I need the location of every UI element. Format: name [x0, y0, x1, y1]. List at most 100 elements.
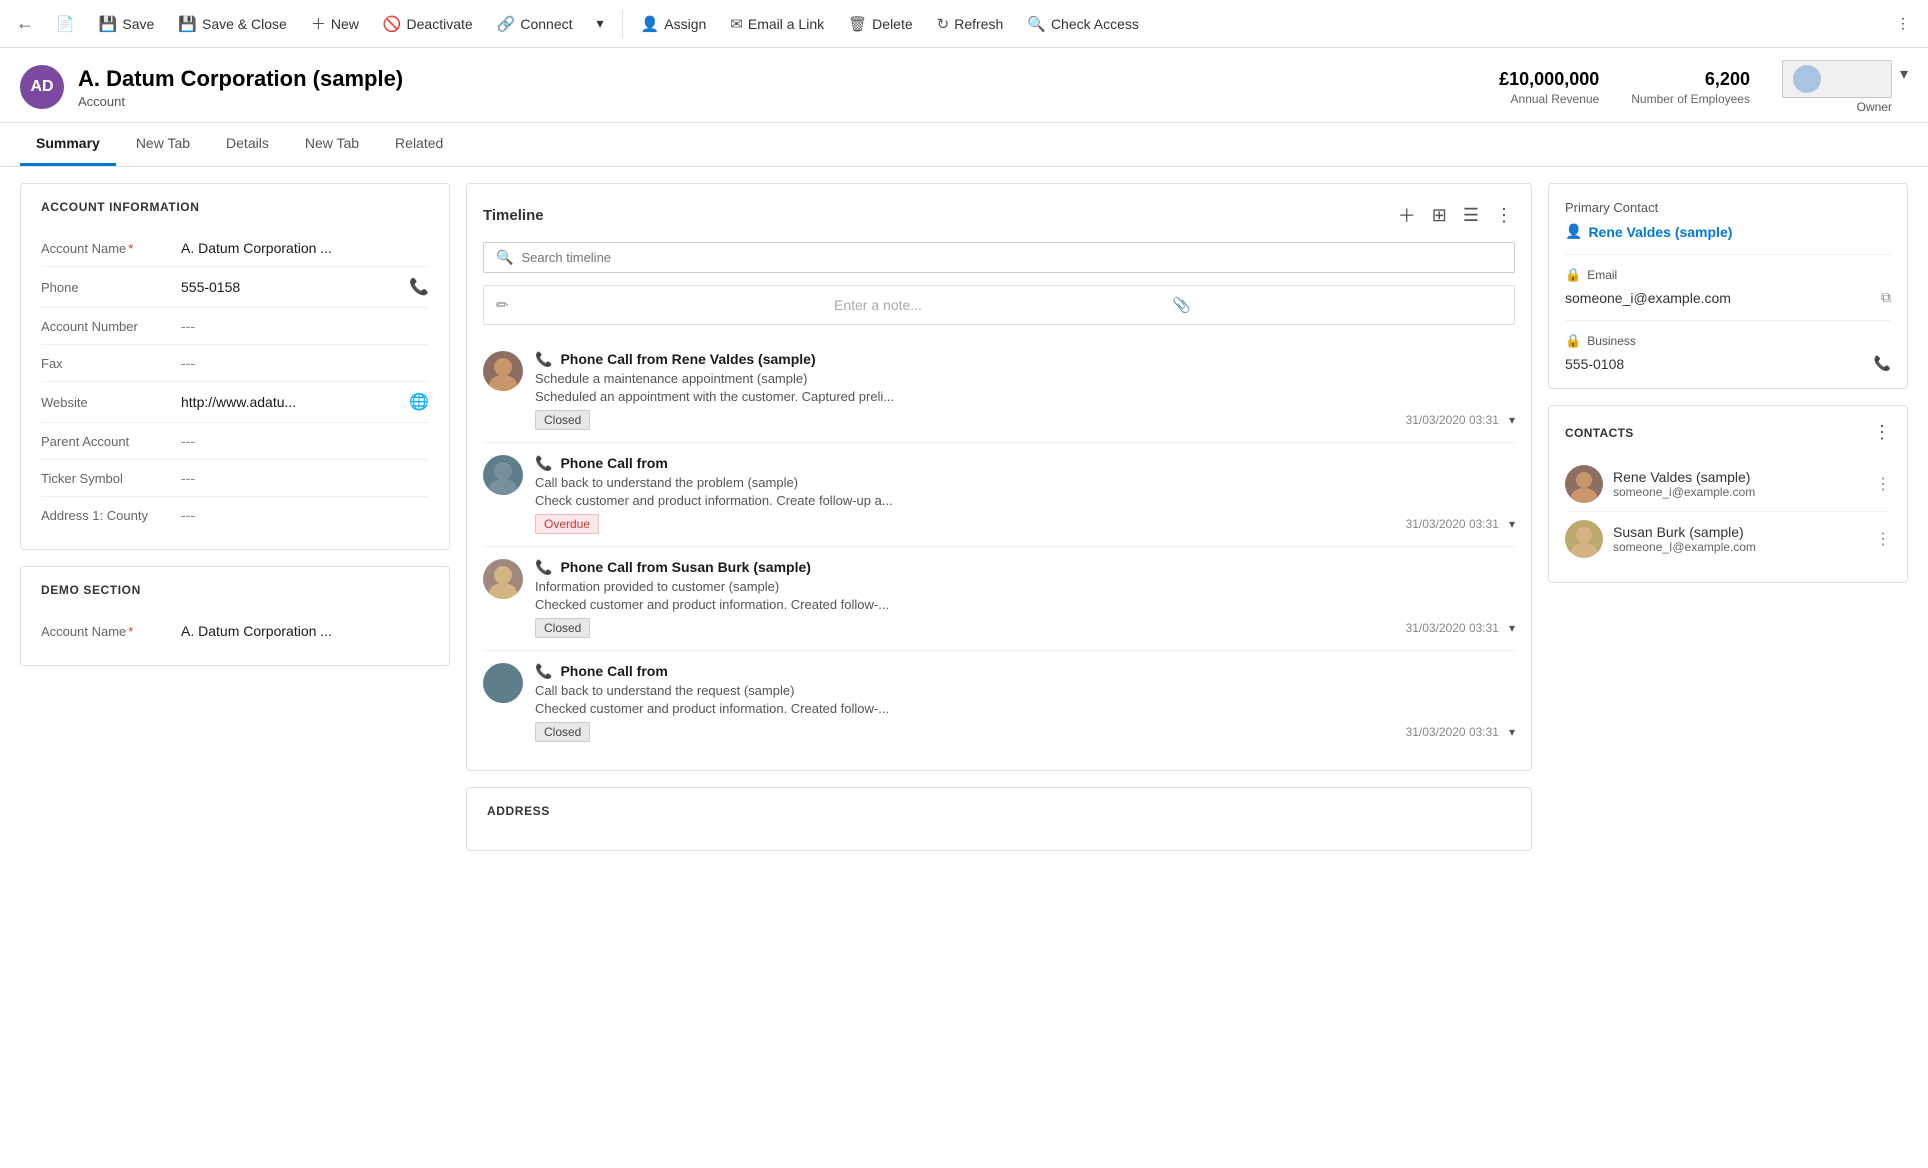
copy-email-icon[interactable]: ⧉	[1881, 289, 1891, 306]
owner-label: Owner	[1782, 100, 1892, 114]
timeline-item-body1-3: Information provided to customer (sample…	[535, 579, 1515, 594]
email-link-button[interactable]: ✉ Email a Link	[720, 9, 834, 39]
contact-name-1[interactable]: Rene Valdes (sample)	[1613, 469, 1865, 485]
save-close-button[interactable]: 💾 Save & Close	[168, 9, 297, 39]
timeline-expand-1[interactable]: ▾	[1509, 413, 1515, 427]
timeline-item-title-4: Phone Call from	[560, 663, 667, 679]
globe-icon: 🌐	[409, 392, 429, 412]
parent-account-label: Parent Account	[41, 434, 181, 449]
fax-value[interactable]: ---	[181, 355, 429, 371]
phone-value[interactable]: 555-0158 📞	[181, 277, 429, 297]
more-icon: ⋮	[1896, 15, 1910, 32]
contact-name-2[interactable]: Susan Burk (sample)	[1613, 524, 1865, 540]
timeline-filter-button[interactable]: ⊞	[1430, 203, 1449, 228]
tab-newtab1[interactable]: New Tab	[120, 123, 206, 166]
timeline-item-body1-2: Call back to understand the problem (sam…	[535, 475, 1515, 490]
connect-button[interactable]: 🔗 Connect	[487, 9, 583, 39]
timeline-expand-3[interactable]: ▾	[1509, 621, 1515, 635]
document-icon-btn[interactable]: 📄	[46, 9, 85, 39]
ticker-symbol-value[interactable]: ---	[181, 470, 429, 486]
owner-chevron-button[interactable]: ▾	[1900, 64, 1908, 84]
new-button[interactable]: ＋ New	[301, 7, 369, 40]
page-title: A. Datum Corporation (sample)	[78, 66, 403, 92]
account-name-value[interactable]: A. Datum Corporation ...	[181, 240, 429, 256]
deactivate-button[interactable]: 🚫 Deactivate	[373, 9, 483, 39]
refresh-button[interactable]: ↻ Refresh	[927, 9, 1014, 39]
contacts-more-button[interactable]: ⋮	[1873, 422, 1891, 443]
employees-value: 6,200	[1631, 69, 1750, 90]
contact-avatar-2	[1565, 520, 1603, 558]
field-website: Website http://www.adatu... 🌐	[41, 382, 429, 423]
timeline-avatar-4	[483, 663, 523, 703]
toolbar-separator	[622, 10, 623, 38]
more-button[interactable]: ⋮	[1886, 9, 1920, 38]
timeline-actions: ＋ ⊞ ☰ ⋮	[1396, 200, 1515, 230]
primary-email-value: someone_i@example.com ⧉	[1565, 289, 1891, 306]
pen-icon: ✏	[496, 296, 826, 314]
timeline-date-4: 31/03/2020 03:31	[1406, 725, 1499, 739]
contact-more-button-1[interactable]: ⋮	[1875, 474, 1891, 494]
header-meta: £10,000,000 Annual Revenue 6,200 Number …	[1499, 60, 1908, 114]
toolbar: ← 📄 💾 Save 💾 Save & Close ＋ New 🚫 Deacti…	[0, 0, 1928, 48]
contact-more-button-2[interactable]: ⋮	[1875, 529, 1891, 549]
primary-business-field: 🔒 Business 555-0108 📞	[1565, 320, 1891, 372]
timeline-expand-4[interactable]: ▾	[1509, 725, 1515, 739]
document-icon: 📄	[56, 15, 75, 33]
status-badge-4: Closed	[535, 722, 590, 742]
account-number-label: Account Number	[41, 319, 181, 334]
owner-box[interactable]	[1782, 60, 1892, 98]
timeline-expand-2[interactable]: ▾	[1509, 517, 1515, 531]
contact-email-1: someone_i@example.com	[1613, 485, 1865, 499]
save-button[interactable]: 💾 Save	[89, 9, 165, 39]
connect-chevron-button[interactable]: ▾	[587, 9, 614, 38]
check-access-button[interactable]: 🔍 Check Access	[1017, 9, 1149, 39]
website-label: Website	[41, 395, 181, 410]
timeline-item-content-2: 📞 Phone Call from Call back to understan…	[535, 455, 1515, 534]
save-close-icon: 💾	[178, 15, 197, 33]
timeline-date-3: 31/03/2020 03:31	[1406, 621, 1499, 635]
refresh-icon: ↻	[937, 15, 950, 33]
account-info-title: ACCOUNT INFORMATION	[41, 200, 429, 214]
owner-section: Owner ▾	[1782, 60, 1908, 114]
contact-avatar-1	[1565, 465, 1603, 503]
timeline-search-input[interactable]	[521, 250, 1502, 265]
tab-summary[interactable]: Summary	[20, 123, 116, 166]
address-county-label: Address 1: County	[41, 508, 181, 523]
deactivate-icon: 🚫	[383, 15, 402, 33]
ticker-symbol-label: Ticker Symbol	[41, 471, 181, 486]
assign-button[interactable]: 👤 Assign	[631, 9, 717, 39]
timeline-item-body1-1: Schedule a maintenance appointment (samp…	[535, 371, 1515, 386]
back-button[interactable]: ←	[8, 7, 42, 40]
account-number-value[interactable]: ---	[181, 318, 429, 334]
timeline-search-box: 🔍	[483, 242, 1515, 273]
tab-newtab2[interactable]: New Tab	[289, 123, 375, 166]
tab-related[interactable]: Related	[379, 123, 459, 166]
note-placeholder[interactable]: Enter a note...	[834, 297, 1164, 313]
primary-contact-name[interactable]: 👤 Rene Valdes (sample)	[1565, 223, 1891, 240]
demo-account-name-value[interactable]: A. Datum Corporation ...	[181, 623, 429, 639]
timeline-sort-button[interactable]: ☰	[1461, 203, 1481, 228]
phone-call-icon: 📞	[535, 351, 552, 368]
right-panel: Primary Contact 👤 Rene Valdes (sample) 🔒…	[1548, 183, 1908, 1152]
lock-icon-business: 🔒	[1565, 333, 1581, 349]
save-icon: 💾	[99, 15, 118, 33]
email-icon: ✉	[730, 15, 743, 33]
delete-button[interactable]: 🗑 Delete	[838, 9, 923, 39]
phone-call-icon-business[interactable]: 📞	[1874, 355, 1891, 372]
lock-icon-email: 🔒	[1565, 267, 1581, 283]
contacts-header: CONTACTS ⋮	[1565, 422, 1891, 443]
tab-details[interactable]: Details	[210, 123, 285, 166]
timeline-more-button[interactable]: ⋮	[1493, 203, 1515, 228]
timeline-item-body2-1: Scheduled an appointment with the custom…	[535, 389, 1515, 404]
plus-icon: ＋	[311, 13, 326, 34]
demo-required-star: *	[128, 624, 133, 639]
phone-icon: 📞	[409, 277, 429, 297]
parent-account-value[interactable]: ---	[181, 433, 429, 449]
record-type-label: Account	[78, 94, 403, 109]
website-value[interactable]: http://www.adatu... 🌐	[181, 392, 429, 412]
fax-label: Fax	[41, 356, 181, 371]
timeline-add-button[interactable]: ＋	[1396, 200, 1418, 230]
address-county-value[interactable]: ---	[181, 507, 429, 523]
primary-contact-card: Primary Contact 👤 Rene Valdes (sample) 🔒…	[1548, 183, 1908, 389]
timeline-item: 📞 Phone Call from Rene Valdes (sample) S…	[483, 339, 1515, 443]
